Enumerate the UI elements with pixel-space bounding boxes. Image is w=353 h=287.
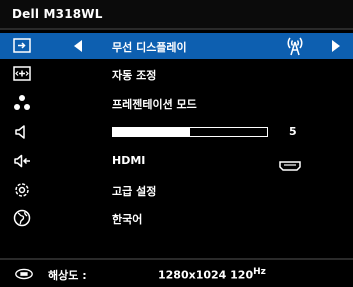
volume-slider[interactable]	[112, 127, 268, 137]
display-resolution-icon	[14, 264, 36, 284]
resolution-status-bar: 해상도 : 1280x1024 120Hz	[0, 258, 353, 287]
menu-item-advanced-settings[interactable]: 고급 설정	[0, 177, 353, 203]
auto-adjust-icon	[12, 64, 32, 84]
menu-item-volume[interactable]: 5	[0, 119, 353, 145]
hdmi-port-icon	[279, 156, 301, 171]
advanced-settings-icon	[12, 180, 32, 200]
menu-item-audio-input[interactable]: HDMI	[0, 148, 353, 174]
menu-item-label: 자동 조정	[112, 69, 157, 82]
resolution-value: 1280x1024 120Hz	[158, 267, 266, 282]
menu-item-label: HDMI	[112, 154, 146, 167]
volume-value: 5	[289, 125, 297, 138]
previous-option-arrow[interactable]	[74, 40, 82, 52]
menu-item-language[interactable]: 한국어	[0, 205, 353, 231]
audio-input-icon	[12, 151, 32, 171]
menu-item-label: 고급 설정	[112, 185, 157, 198]
projector-osd-menu: Dell M318WL 무선 디스플레이 자동 조정 프레젠테이션 모드 5 H…	[0, 0, 353, 287]
next-option-arrow[interactable]	[332, 40, 340, 52]
volume-slider-fill	[113, 128, 190, 136]
menu-item-auto-adjust[interactable]: 자동 조정	[0, 61, 353, 87]
resolution-label: 해상도 :	[48, 269, 87, 282]
presentation-mode-icon	[12, 93, 32, 113]
menu-item-label: 무선 디스플레이	[112, 41, 187, 54]
language-globe-icon	[12, 208, 32, 228]
menu-item-label: 한국어	[112, 213, 143, 226]
osd-title: Dell M318WL	[12, 7, 103, 21]
menu-item-wireless-display[interactable]: 무선 디스플레이	[0, 33, 353, 59]
input-source-icon	[12, 36, 32, 56]
wireless-antenna-icon	[283, 34, 307, 58]
volume-icon	[12, 122, 32, 142]
menu-item-presentation-mode[interactable]: 프레젠테이션 모드	[0, 90, 353, 116]
menu-item-label: 프레젠테이션 모드	[112, 98, 197, 111]
osd-title-bar: Dell M318WL	[0, 0, 353, 30]
